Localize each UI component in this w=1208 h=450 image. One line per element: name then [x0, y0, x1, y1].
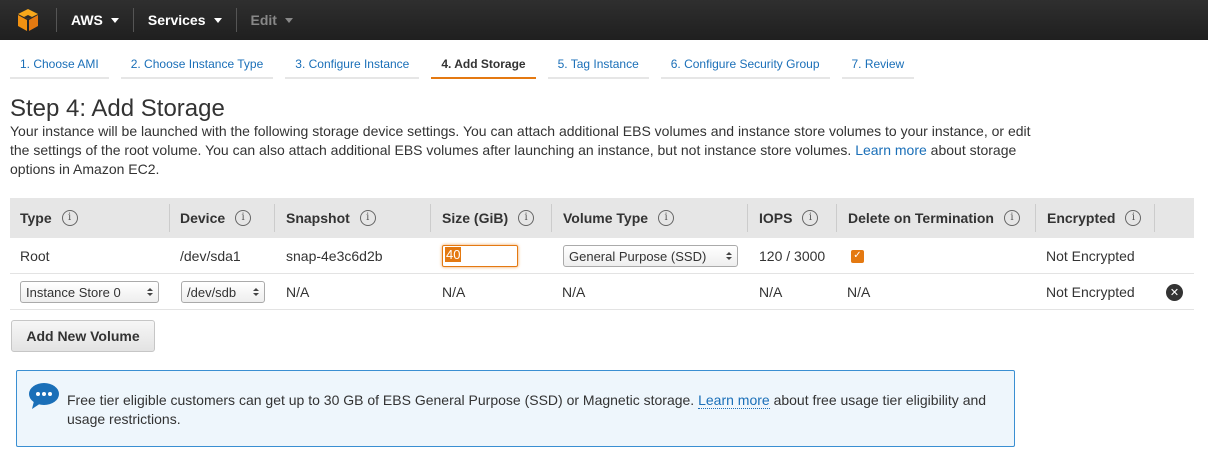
- info-icon[interactable]: i: [1003, 210, 1020, 226]
- size-value: 40: [445, 247, 462, 262]
- header-iops-label: IOPS: [759, 210, 793, 226]
- remove-volume-icon[interactable]: ✕: [1166, 283, 1183, 301]
- header-type-label: Type: [20, 210, 52, 226]
- chevron-down-icon: [284, 17, 293, 23]
- size-input[interactable]: 40: [442, 245, 518, 267]
- column-divider: [551, 204, 552, 232]
- delete-on-termination-checkbox[interactable]: ✓: [851, 249, 864, 263]
- header-delete-on-termination: Delete on Termination i: [848, 198, 1020, 238]
- learn-more-storage-link[interactable]: Learn more: [855, 142, 927, 158]
- header-encrypted: Encrypted i: [1047, 198, 1142, 238]
- info-icon[interactable]: i: [235, 210, 252, 226]
- free-tier-notice: Free tier eligible customers can get up …: [16, 370, 1015, 447]
- remove-cell: ✕: [1166, 274, 1183, 310]
- delete-on-termination-cell: ✓: [851, 238, 864, 274]
- header-device: Device i: [180, 198, 252, 238]
- intro-paragraph: Your instance will be launched with the …: [10, 122, 1040, 179]
- tab-tag-instance[interactable]: 5. Tag Instance: [547, 52, 649, 79]
- services-menu[interactable]: Services: [134, 0, 236, 40]
- volume-type-cell: N/A: [562, 284, 586, 300]
- tab-choose-instance-type[interactable]: 2. Choose Instance Type: [120, 52, 274, 79]
- select-arrows-icon: [147, 288, 153, 296]
- header-type: Type i: [20, 198, 78, 238]
- delete-on-termination-cell: N/A: [847, 284, 871, 300]
- volume-type-cell: General Purpose (SSD): [563, 238, 738, 274]
- column-divider: [747, 204, 748, 232]
- table-row: Instance Store 0 /dev/sdb N/A N/A N/A N/…: [10, 274, 1194, 310]
- header-delete-on-termination-label: Delete on Termination: [848, 210, 994, 226]
- info-icon[interactable]: i: [802, 210, 819, 226]
- tab-review[interactable]: 7. Review: [841, 52, 915, 79]
- column-divider: [1154, 204, 1155, 232]
- device-cell: /dev/sda1: [180, 248, 241, 264]
- header-volume-type-label: Volume Type: [563, 210, 649, 226]
- info-icon[interactable]: i: [1125, 210, 1142, 226]
- info-icon[interactable]: i: [518, 210, 535, 226]
- tab-configure-instance[interactable]: 3. Configure Instance: [285, 52, 420, 79]
- header-size: Size (GiB) i: [442, 198, 535, 238]
- header-snapshot-label: Snapshot: [286, 210, 350, 226]
- storage-table: Type i Device i Snapshot i Size (GiB) i …: [10, 198, 1194, 310]
- column-divider: [274, 204, 275, 232]
- aws-menu[interactable]: AWS: [57, 0, 133, 40]
- type-value: Instance Store 0: [26, 284, 121, 300]
- encrypted-cell: Not Encrypted: [1046, 284, 1135, 300]
- select-arrows-icon: [253, 288, 259, 296]
- table-row: Root /dev/sda1 snap-4e3c6d2b 40 General …: [10, 238, 1194, 274]
- type-cell: Instance Store 0: [20, 274, 159, 310]
- type-cell: Root: [20, 248, 50, 264]
- encrypted-cell: Not Encrypted: [1046, 248, 1135, 264]
- top-navbar: AWS Services Edit: [0, 0, 1208, 40]
- chat-bubble-icon: [28, 382, 60, 410]
- volume-type-value: General Purpose (SSD): [569, 248, 707, 264]
- select-arrows-icon: [726, 252, 732, 260]
- column-divider: [169, 204, 170, 232]
- tab-choose-ami[interactable]: 1. Choose AMI: [10, 52, 109, 79]
- edit-menu-label: Edit: [250, 12, 277, 28]
- chevron-down-icon: [213, 17, 222, 23]
- header-snapshot: Snapshot i: [286, 198, 376, 238]
- column-divider: [1035, 204, 1036, 232]
- tab-add-storage[interactable]: 4. Add Storage: [431, 52, 536, 79]
- aws-menu-label: AWS: [71, 12, 103, 28]
- add-new-volume-button[interactable]: Add New Volume: [11, 320, 155, 352]
- volume-type-select[interactable]: General Purpose (SSD): [563, 245, 738, 267]
- info-icon[interactable]: i: [359, 210, 376, 226]
- table-header: Type i Device i Snapshot i Size (GiB) i …: [10, 198, 1194, 238]
- header-iops: IOPS i: [759, 198, 819, 238]
- header-volume-type: Volume Type i: [563, 198, 675, 238]
- size-cell: N/A: [442, 284, 466, 300]
- snapshot-cell: snap-4e3c6d2b: [286, 248, 383, 264]
- notice-text: Free tier eligible customers can get up …: [67, 391, 997, 429]
- wizard-steps: 1. Choose AMI 2. Choose Instance Type 3.…: [10, 52, 926, 79]
- header-encrypted-label: Encrypted: [1047, 210, 1116, 226]
- device-cell: /dev/sdb: [181, 274, 265, 310]
- device-select[interactable]: /dev/sdb: [181, 281, 265, 303]
- instance-store-select[interactable]: Instance Store 0: [20, 281, 159, 303]
- page-title: Step 4: Add Storage: [10, 95, 225, 122]
- column-divider: [430, 204, 431, 232]
- learn-more-free-tier-link[interactable]: Learn more: [698, 392, 770, 409]
- snapshot-cell: N/A: [286, 284, 310, 300]
- column-divider: [836, 204, 837, 232]
- info-icon[interactable]: i: [658, 210, 675, 226]
- aws-cube-logo-icon[interactable]: [0, 0, 56, 40]
- device-value: /dev/sdb: [187, 284, 237, 300]
- header-device-label: Device: [180, 210, 226, 226]
- chevron-down-icon: [110, 17, 119, 23]
- tab-configure-security-group[interactable]: 6. Configure Security Group: [660, 52, 830, 79]
- notice-text-before: Free tier eligible customers can get up …: [67, 392, 695, 408]
- services-menu-label: Services: [147, 12, 206, 28]
- edit-menu[interactable]: Edit: [237, 0, 307, 40]
- info-icon[interactable]: i: [61, 210, 78, 226]
- iops-cell: N/A: [759, 284, 783, 300]
- header-size-label: Size (GiB): [442, 210, 509, 226]
- size-cell: 40: [442, 238, 518, 274]
- iops-cell: 120 / 3000: [759, 248, 826, 264]
